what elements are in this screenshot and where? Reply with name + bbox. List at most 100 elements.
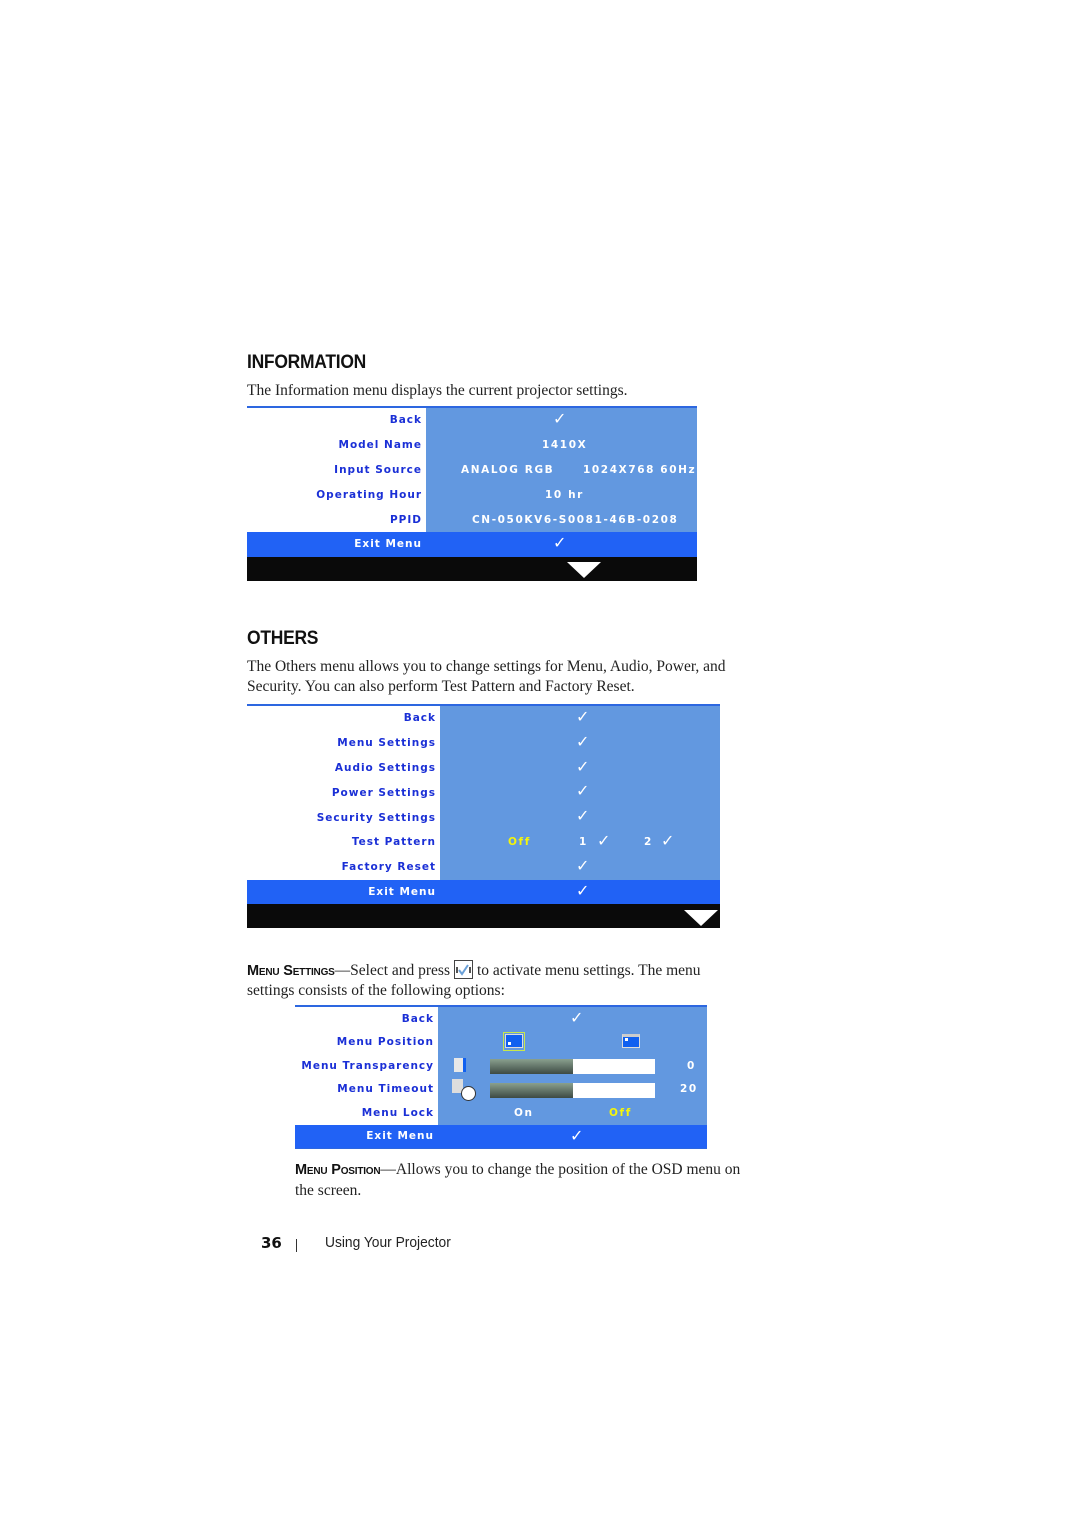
osd-label: Menu Position (295, 1030, 438, 1054)
slider-track (572, 1059, 655, 1074)
menu-lock-option-on[interactable]: On (514, 1101, 534, 1125)
menu-position-text-line2: the screen. (295, 1182, 362, 1199)
menu-settings-lead: Menu Settings (247, 963, 335, 979)
check-icon: ✓ (597, 830, 613, 850)
osd-row-security-settings[interactable]: Security Settings ✓ (247, 805, 720, 830)
osd-label: Menu Timeout (295, 1077, 438, 1101)
osd-row-test-pattern[interactable]: Test Pattern Off 1 ✓ 2 ✓ (247, 829, 720, 855)
others-description-line2: Security. You can also perform Test Patt… (247, 678, 635, 695)
menu-position-top-left-icon[interactable] (622, 1033, 640, 1048)
osd-label: Model Name (247, 432, 426, 458)
osd-label: Menu Transparency (295, 1054, 438, 1078)
osd-label: Operating Hour (247, 482, 426, 508)
osd-row-menu-timeout[interactable]: Menu Timeout 20 (295, 1077, 707, 1101)
triangle-down-icon[interactable] (684, 910, 718, 927)
page-number: 36 (261, 1234, 282, 1252)
osd-row-back[interactable]: Back ✓ (295, 1007, 707, 1031)
timeout-slider[interactable] (490, 1082, 655, 1098)
osd-label: Audio Settings (247, 755, 440, 781)
check-icon: ✓ (553, 532, 569, 552)
test-pattern-option-2[interactable]: 2 (644, 830, 653, 855)
osd-footer (247, 904, 720, 929)
osd-label: Factory Reset (247, 854, 440, 880)
em-dash: — (380, 1161, 396, 1178)
ppid-value: CN-050KV6-S0081-46B-0208 (472, 513, 679, 526)
menu-settings-text: Select and press (350, 962, 450, 979)
timeout-value: 20 (680, 1083, 698, 1096)
others-description-line1: The Others menu allows you to change set… (247, 658, 726, 675)
osd-label: Exit Menu (295, 1124, 438, 1148)
input-resolution-value: 1024X768 60Hz (583, 463, 697, 476)
check-icon: ✓ (576, 855, 592, 875)
osd-row-exit-menu[interactable]: Exit Menu ✓ (247, 531, 697, 557)
menu-settings-text-after: to activate menu settings. The menu (477, 962, 701, 979)
osd-label: Menu Settings (247, 730, 440, 756)
others-osd-menu: Back ✓ Menu Settings ✓ Audio Settings ✓ … (247, 704, 720, 929)
check-icon: ✓ (576, 806, 592, 826)
others-heading: OTHERS (247, 628, 319, 649)
osd-label: Input Source (247, 457, 426, 483)
transparency-slider-fill (490, 1059, 573, 1074)
osd-row-menu-position[interactable]: Menu Position (295, 1030, 707, 1054)
osd-row-ppid[interactable]: PPID CN-050KV6-S0081-46B-0208 (247, 507, 697, 532)
menu-settings-paragraph: Menu Settings—Select and press to activa… (247, 960, 701, 981)
information-heading: INFORMATION (247, 352, 366, 373)
osd-label: Power Settings (247, 780, 440, 806)
osd-row-model-name[interactable]: Model Name 1410X (247, 432, 697, 458)
enter-check-icon (454, 960, 473, 979)
transparency-icon (454, 1058, 466, 1072)
osd-row-exit-menu[interactable]: Exit Menu ✓ (247, 879, 720, 905)
transparency-value: 0 (687, 1059, 696, 1072)
osd-row-back[interactable]: Back ✓ (247, 408, 697, 433)
menu-settings-osd-menu: Back ✓ Menu Position Menu Transparency 0… (295, 1005, 707, 1149)
osd-label: Test Pattern (247, 829, 440, 855)
check-icon: ✓ (570, 1008, 586, 1027)
clock-timeout-icon (452, 1078, 476, 1101)
check-icon: ✓ (576, 731, 592, 751)
check-icon: ✓ (576, 781, 592, 801)
check-icon: ✓ (661, 830, 677, 850)
triangle-down-icon[interactable] (567, 561, 601, 578)
test-pattern-option-off[interactable]: Off (508, 830, 531, 855)
osd-label: Back (247, 706, 440, 731)
osd-label: Exit Menu (247, 531, 426, 557)
osd-label: PPID (247, 507, 426, 532)
em-dash: — (334, 962, 351, 979)
osd-label: Menu Lock (295, 1101, 438, 1125)
check-icon: ✓ (576, 707, 592, 726)
information-description: The Information menu displays the curren… (247, 382, 628, 399)
slider-track (572, 1082, 655, 1098)
osd-row-audio-settings[interactable]: Audio Settings ✓ (247, 755, 720, 781)
model-name-value: 1410X (542, 439, 588, 452)
test-pattern-option-1[interactable]: 1 (579, 830, 588, 855)
osd-label: Back (295, 1007, 438, 1031)
osd-row-menu-transparency[interactable]: Menu Transparency 0 (295, 1054, 707, 1078)
menu-lock-option-off[interactable]: Off (609, 1101, 632, 1125)
menu-position-bottom-left-icon[interactable] (503, 1031, 525, 1051)
osd-row-menu-lock[interactable]: Menu Lock On Off (295, 1101, 707, 1125)
check-icon: ✓ (576, 756, 592, 776)
osd-row-power-settings[interactable]: Power Settings ✓ (247, 780, 720, 806)
check-icon: ✓ (553, 409, 569, 428)
transparency-slider[interactable] (490, 1059, 655, 1074)
information-osd-menu: Back ✓ Model Name 1410X Input Source ANA… (247, 406, 697, 581)
check-icon: ✓ (570, 1125, 586, 1145)
operating-hour-value: 10 hr (545, 488, 584, 501)
osd-row-back[interactable]: Back ✓ (247, 706, 720, 731)
menu-settings-text-line2: settings consists of the following optio… (247, 982, 505, 999)
osd-row-menu-settings[interactable]: Menu Settings ✓ (247, 730, 720, 756)
osd-row-operating-hour[interactable]: Operating Hour 10 hr (247, 482, 697, 508)
osd-label: Security Settings (247, 805, 440, 830)
osd-label: Back (247, 408, 426, 433)
check-icon: ✓ (576, 880, 592, 900)
osd-label: Exit Menu (247, 879, 440, 905)
osd-row-factory-reset[interactable]: Factory Reset ✓ (247, 854, 720, 880)
footer-separator (296, 1239, 297, 1252)
menu-position-text: Allows you to change the position of the… (395, 1161, 741, 1178)
osd-footer (247, 556, 697, 581)
menu-position-paragraph: Menu Position—Allows you to change the p… (295, 1160, 740, 1180)
osd-row-exit-menu[interactable]: Exit Menu ✓ (295, 1124, 707, 1148)
timeout-slider-fill (490, 1082, 573, 1098)
osd-row-input-source[interactable]: Input Source ANALOG RGB 1024X768 60Hz (247, 457, 697, 483)
input-source-value: ANALOG RGB (461, 463, 555, 476)
